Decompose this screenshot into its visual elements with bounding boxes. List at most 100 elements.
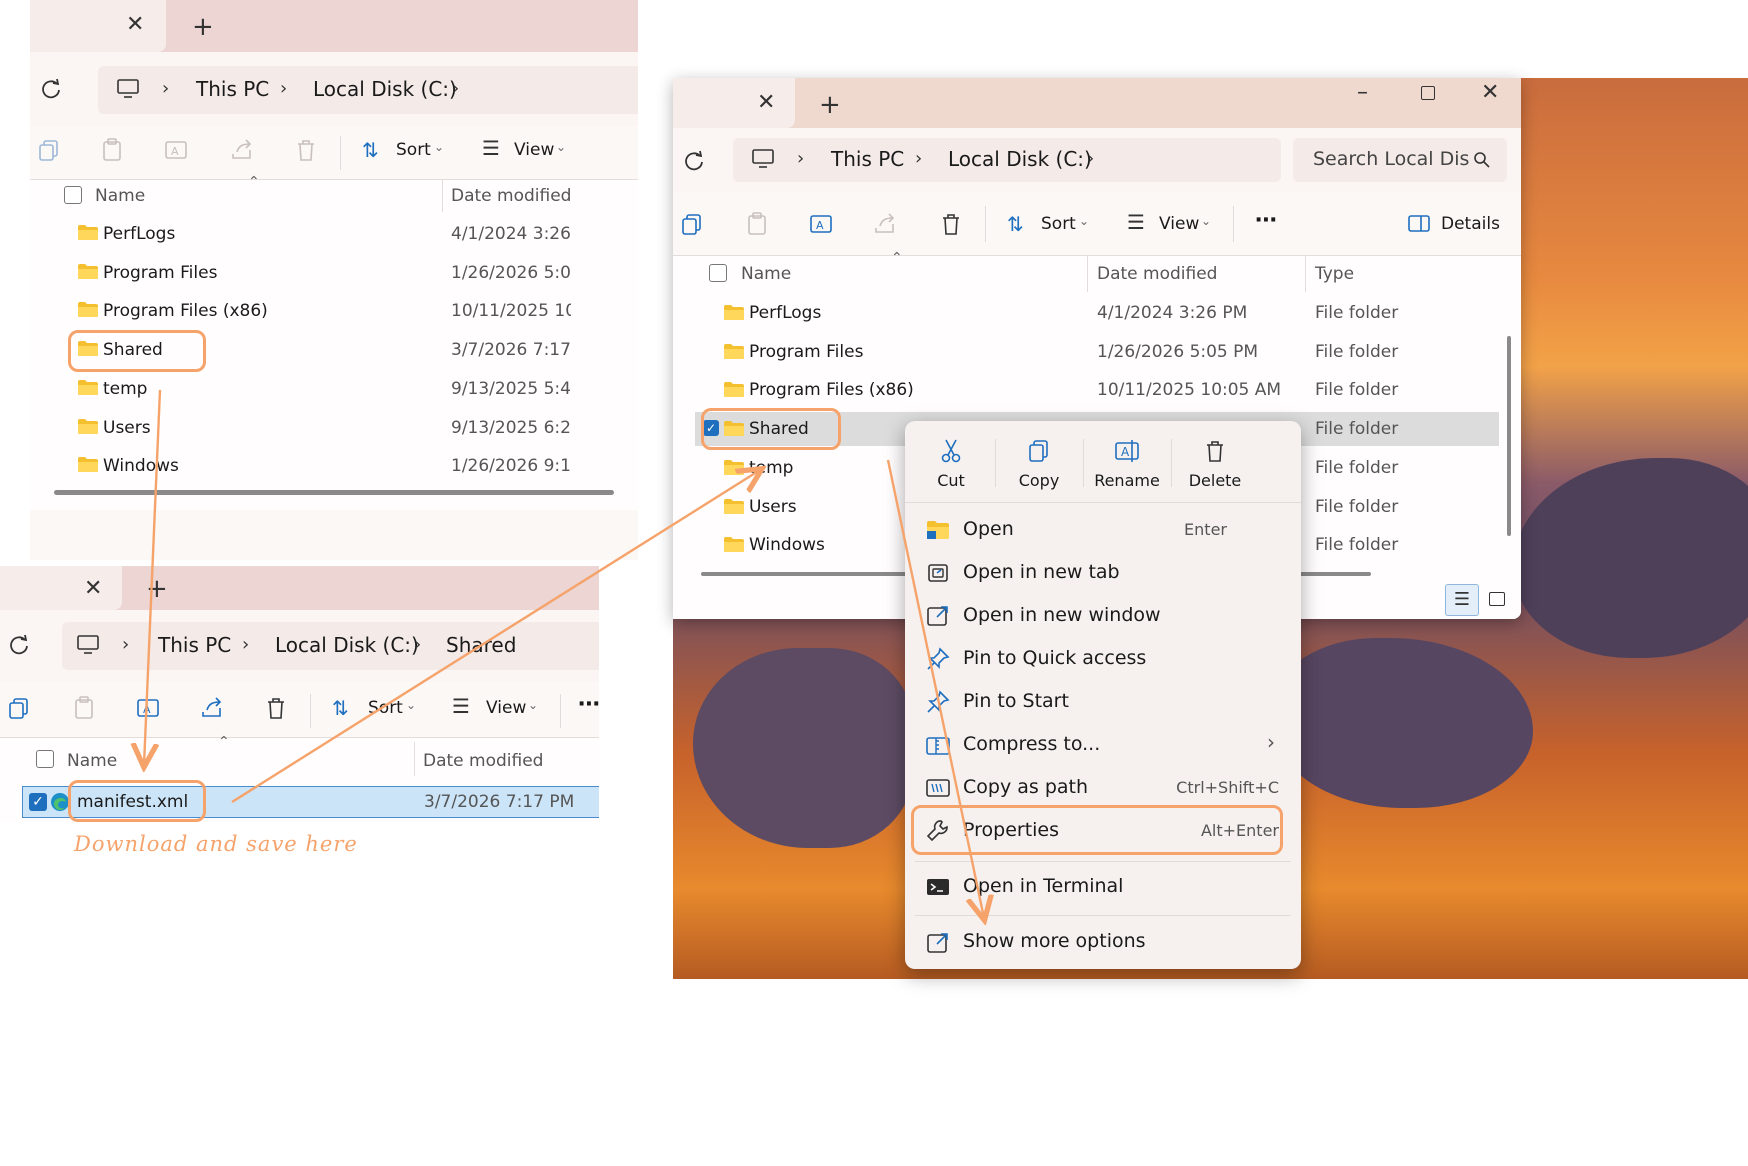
- view-icon[interactable]: ☰: [1127, 210, 1145, 234]
- menu-item-open[interactable]: Open Enter: [905, 509, 1301, 552]
- breadcrumb-local-disk[interactable]: Local Disk (C:): [948, 147, 1092, 171]
- quick-action-rename[interactable]: A Rename: [1083, 421, 1172, 503]
- close-window-icon[interactable]: ✕: [1481, 80, 1499, 105]
- view-button[interactable]: View: [486, 698, 526, 718]
- list-item[interactable]: Program Files 1/26/2026 5:05 PM File folde…: [673, 333, 1521, 371]
- refresh-icon[interactable]: [8, 634, 30, 656]
- quick-action-copy[interactable]: Copy: [995, 421, 1084, 503]
- sort-button[interactable]: Sort: [1041, 214, 1076, 234]
- maximize-icon[interactable]: [1421, 86, 1435, 100]
- list-item[interactable]: PerfLogs 4/1/2024 3:26 PM File folder: [673, 294, 1521, 332]
- menu-item-pin-to-quick-access[interactable]: Pin to Quick access: [905, 638, 1301, 681]
- view-button[interactable]: View: [1159, 214, 1199, 234]
- address-bar[interactable]: › This PC › Local Disk (C:) › Shared: [62, 622, 599, 670]
- new-copy-icon[interactable]: [679, 210, 707, 238]
- list-item[interactable]: Windows 1/26/2026 9:19 PM: [30, 448, 638, 486]
- breadcrumb-local-disk[interactable]: Local Disk (C:): [313, 77, 457, 101]
- view-button[interactable]: View: [514, 140, 554, 160]
- new-tab-icon[interactable]: +: [819, 90, 841, 120]
- column-header-type[interactable]: Type: [1315, 264, 1354, 284]
- quick-action-delete[interactable]: Delete: [1171, 421, 1259, 503]
- menu-item-open-in-new-tab[interactable]: Open in new tab: [905, 552, 1301, 595]
- sort-button[interactable]: Sort: [368, 698, 403, 718]
- close-tab-icon[interactable]: ✕: [126, 12, 144, 37]
- rename-icon[interactable]: A: [134, 694, 162, 722]
- search-icon[interactable]: [1473, 151, 1491, 169]
- horizontal-scrollbar[interactable]: [54, 490, 614, 495]
- details-pane-icon[interactable]: [1407, 214, 1431, 234]
- close-tab-icon[interactable]: ✕: [757, 90, 775, 115]
- tiles-view-toggle[interactable]: [1489, 592, 1505, 606]
- rename-icon[interactable]: A: [162, 136, 190, 164]
- sort-icon[interactable]: ⇅: [1007, 212, 1024, 236]
- sort-icon[interactable]: ⇅: [332, 696, 349, 720]
- column-header-name[interactable]: Name: [67, 751, 117, 771]
- menu-item-show-more-options[interactable]: Show more options: [905, 921, 1301, 964]
- column-header-name[interactable]: Name: [741, 264, 791, 284]
- view-icon[interactable]: ☰: [452, 694, 470, 718]
- breadcrumb-this-pc[interactable]: This PC: [831, 147, 904, 171]
- breadcrumb-local-disk[interactable]: Local Disk (C:): [275, 633, 419, 657]
- rename-icon: A: [1113, 437, 1141, 469]
- sort-icon[interactable]: ⇅: [362, 138, 379, 162]
- trash-icon[interactable]: [937, 210, 965, 238]
- menu-item-compress-to[interactable]: Compress to... ›: [905, 724, 1301, 767]
- row-checkbox-checked[interactable]: ✓: [29, 793, 47, 811]
- paste-icon[interactable]: [98, 136, 126, 164]
- column-header-date[interactable]: Date modified: [451, 186, 571, 206]
- column-header-name[interactable]: Name: [95, 186, 145, 206]
- breadcrumb-shared[interactable]: Shared: [446, 633, 516, 657]
- view-icon[interactable]: ☰: [482, 136, 500, 160]
- menu-item-pin-to-start[interactable]: Pin to Start: [905, 681, 1301, 724]
- tab-active[interactable]: ✕: [30, 0, 166, 52]
- refresh-icon[interactable]: [683, 150, 705, 172]
- list-item[interactable]: Program Files (x86) 10/11/2025 10:05 AM: [30, 293, 638, 331]
- close-tab-icon[interactable]: ✕: [84, 576, 102, 601]
- quick-action-cut[interactable]: Cut: [907, 421, 996, 503]
- tab-active[interactable]: ✕: [673, 78, 795, 128]
- column-header-date[interactable]: Date modified: [1097, 264, 1217, 284]
- refresh-icon[interactable]: [40, 78, 62, 100]
- more-options-icon[interactable]: ⋯: [578, 692, 599, 717]
- new-copy-icon[interactable]: [36, 136, 64, 164]
- breadcrumb-this-pc[interactable]: This PC: [158, 633, 231, 657]
- vertical-scrollbar[interactable]: [1507, 336, 1511, 536]
- trash-icon[interactable]: [262, 694, 290, 722]
- list-item[interactable]: PerfLogs 4/1/2024 3:26 PM: [30, 216, 638, 254]
- menu-item-open-in-new-window[interactable]: Open in new window: [905, 595, 1301, 638]
- new-tab-icon[interactable]: +: [146, 574, 168, 604]
- list-item[interactable]: temp 9/13/2025 5:45 PM: [30, 371, 638, 409]
- breadcrumb-this-pc[interactable]: This PC: [196, 77, 269, 101]
- select-all-checkbox[interactable]: [64, 186, 82, 204]
- chevron-right-icon[interactable]: ›: [452, 78, 459, 99]
- share-icon[interactable]: [871, 210, 899, 238]
- sort-button[interactable]: Sort: [396, 140, 431, 160]
- list-item[interactable]: Program Files 1/26/2026 5:05 PM: [30, 255, 638, 293]
- more-options-icon[interactable]: ⋯: [1255, 208, 1277, 233]
- address-bar[interactable]: › This PC › Local Disk (C:) ›: [98, 66, 638, 114]
- search-input[interactable]: Search Local Dis: [1313, 148, 1469, 170]
- select-all-checkbox[interactable]: [36, 750, 54, 768]
- menu-item-open-in-terminal[interactable]: Open in Terminal: [905, 866, 1301, 909]
- menu-item-label: Pin to Quick access: [963, 647, 1147, 669]
- details-button[interactable]: Details: [1441, 214, 1500, 234]
- list-item[interactable]: Users 9/13/2025 6:28 PM: [30, 410, 638, 448]
- trash-icon[interactable]: [292, 136, 320, 164]
- new-copy-icon[interactable]: [6, 694, 34, 722]
- paste-icon[interactable]: [743, 210, 771, 238]
- address-bar[interactable]: › This PC › Local Disk (C:) ›: [733, 138, 1281, 182]
- search-box[interactable]: Search Local Dis: [1293, 138, 1507, 182]
- details-view-toggle[interactable]: ☰: [1445, 584, 1479, 616]
- tab-active[interactable]: ✕: [0, 566, 122, 610]
- list-item[interactable]: Program Files (x86) 10/11/2025 10:05 AM Fi…: [673, 371, 1521, 409]
- new-tab-icon[interactable]: +: [192, 12, 214, 42]
- paste-icon[interactable]: [70, 694, 98, 722]
- share-icon[interactable]: [198, 694, 226, 722]
- minimize-icon[interactable]: –: [1357, 80, 1368, 105]
- chevron-right-icon[interactable]: ›: [1087, 148, 1094, 169]
- share-icon[interactable]: [228, 136, 256, 164]
- menu-item-copy-as-path[interactable]: Copy as path Ctrl+Shift+C: [905, 767, 1301, 810]
- rename-icon[interactable]: A: [807, 210, 835, 238]
- select-all-checkbox[interactable]: [709, 264, 727, 282]
- column-header-date[interactable]: Date modified: [423, 751, 543, 771]
